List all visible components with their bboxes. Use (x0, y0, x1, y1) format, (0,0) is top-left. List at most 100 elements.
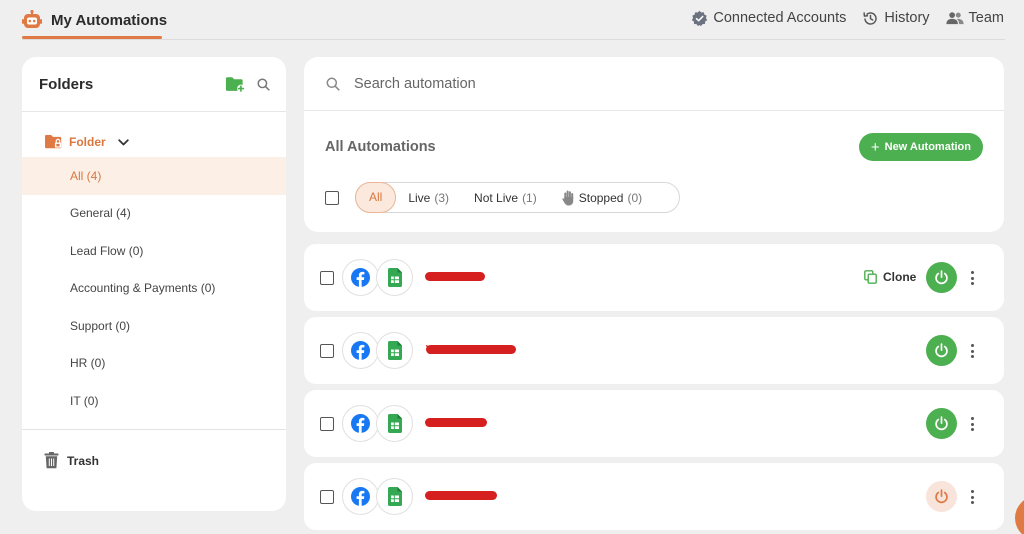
new-automation-button[interactable]: + New Automation (858, 133, 983, 161)
app-icons (342, 259, 413, 296)
folder-item-lead-flow[interactable]: Lead Flow (0) (22, 232, 286, 270)
trash-folder[interactable]: Trash (44, 452, 99, 469)
folder-item-all[interactable]: All (4) (22, 157, 286, 195)
kebab-dot (970, 282, 974, 285)
search-bar (304, 57, 1004, 111)
folder-item-support[interactable]: Support (0) (22, 307, 286, 345)
row-checkbox[interactable] (320, 417, 334, 431)
clone-button[interactable]: Clone (864, 270, 916, 284)
search-folders-button[interactable] (257, 77, 270, 91)
filter-label: Stopped (578, 190, 624, 205)
page-title: My Automations (51, 11, 168, 29)
folder-item-hr[interactable]: HR (0) (22, 345, 286, 383)
history-icon (863, 11, 878, 25)
redaction-mark (425, 272, 485, 281)
verified-badge-icon (692, 10, 708, 26)
nav-history[interactable]: History (862, 10, 930, 27)
folder-item-accounting-payments[interactable]: Accounting & Payments (0) (22, 270, 286, 308)
nav-connected-accounts[interactable]: Connected Accounts (691, 10, 846, 27)
nav-team[interactable]: Team (945, 10, 1004, 26)
google-sheets-app-badge (376, 478, 413, 515)
select-all-checkbox[interactable] (325, 191, 339, 205)
app-icons (342, 405, 413, 442)
filter-label: All (369, 190, 383, 204)
live-toggle[interactable] (926, 408, 957, 439)
filter-count: (3) (434, 190, 450, 205)
kebab-dot (970, 501, 974, 504)
search-icon (326, 77, 340, 91)
filter-all[interactable]: All (355, 181, 397, 213)
power-icon (935, 416, 948, 431)
google-sheets-icon (387, 341, 402, 360)
folders-divider (22, 429, 286, 430)
facebook-icon (351, 268, 370, 287)
filter-stopped[interactable]: Stopped (0) (547, 182, 652, 213)
trash-label: Trash (67, 453, 100, 468)
power-icon (935, 489, 948, 504)
row-checkbox[interactable] (320, 271, 334, 285)
filter-label: Not Live (474, 190, 519, 205)
kebab-dot (970, 490, 974, 493)
folder-group: Folder All (4) General (4) Lead Flow (0)… (22, 129, 286, 420)
automation-row[interactable]: W (304, 317, 1004, 384)
facebook-icon (351, 341, 370, 360)
filter-live[interactable]: Live (3) (396, 182, 459, 213)
stop-hand-icon (562, 190, 573, 205)
nav-label: History (884, 10, 930, 26)
top-header: My Automations Connected Accounts Histor… (0, 0, 1024, 40)
search-icon (257, 77, 270, 91)
clone-label: Clone (883, 270, 917, 284)
facebook-app-badge (342, 478, 379, 515)
add-folder-button[interactable] (225, 76, 245, 93)
status-filter: All Live (3) Not Live (1) Stopped (0) (355, 181, 680, 213)
more-options-button[interactable] (966, 268, 978, 288)
live-toggle[interactable] (926, 262, 957, 293)
more-options-button[interactable] (966, 341, 978, 361)
kebab-dot (970, 428, 974, 431)
filter-count: (0) (627, 190, 643, 205)
nav-label: Team (968, 10, 1004, 26)
locked-folder-icon (45, 134, 62, 149)
facebook-app-badge (342, 259, 379, 296)
google-sheets-icon (387, 268, 402, 287)
more-options-button[interactable] (966, 487, 978, 507)
redaction-mark (425, 491, 497, 500)
automation-row[interactable] (304, 463, 1004, 530)
search-input[interactable] (354, 75, 854, 92)
power-icon (935, 270, 948, 285)
automations-panel: All Automations + New Automation All Liv… (304, 57, 1004, 232)
filter-not-live[interactable]: Not Live (1) (459, 182, 547, 213)
app-icons (342, 478, 413, 515)
facebook-app-badge (342, 405, 379, 442)
google-sheets-app-badge (376, 405, 413, 442)
live-toggle[interactable] (926, 481, 957, 512)
app-icons (342, 332, 413, 369)
help-chat-button[interactable] (1015, 496, 1024, 534)
kebab-dot (970, 349, 974, 353)
google-sheets-icon (387, 414, 402, 433)
power-icon (935, 343, 948, 358)
row-checkbox[interactable] (320, 490, 334, 504)
live-toggle[interactable] (926, 335, 957, 366)
more-options-button[interactable] (966, 414, 978, 434)
add-folder-icon (225, 76, 245, 92)
facebook-icon (351, 414, 370, 433)
section-title: All Automations (325, 139, 436, 155)
trash-icon (44, 452, 59, 469)
folders-header: Folders (22, 57, 286, 112)
google-sheets-icon (387, 487, 402, 506)
plus-icon: + (870, 138, 880, 156)
row-checkbox[interactable] (320, 344, 334, 358)
tab-my-automations[interactable]: My Automations (22, 0, 167, 40)
kebab-dot (970, 422, 974, 426)
folder-item-it[interactable]: IT (0) (22, 382, 286, 420)
kebab-dot (970, 271, 974, 274)
folder-toggle[interactable]: Folder (22, 129, 286, 155)
automation-row[interactable] (304, 390, 1004, 457)
new-automation-label: New Automation (884, 141, 971, 153)
automation-row[interactable]: Clone (304, 244, 1004, 311)
team-icon (945, 12, 964, 25)
redaction-mark (426, 345, 516, 354)
folders-title: Folders (39, 75, 94, 93)
folder-item-general[interactable]: General (4) (22, 195, 286, 233)
